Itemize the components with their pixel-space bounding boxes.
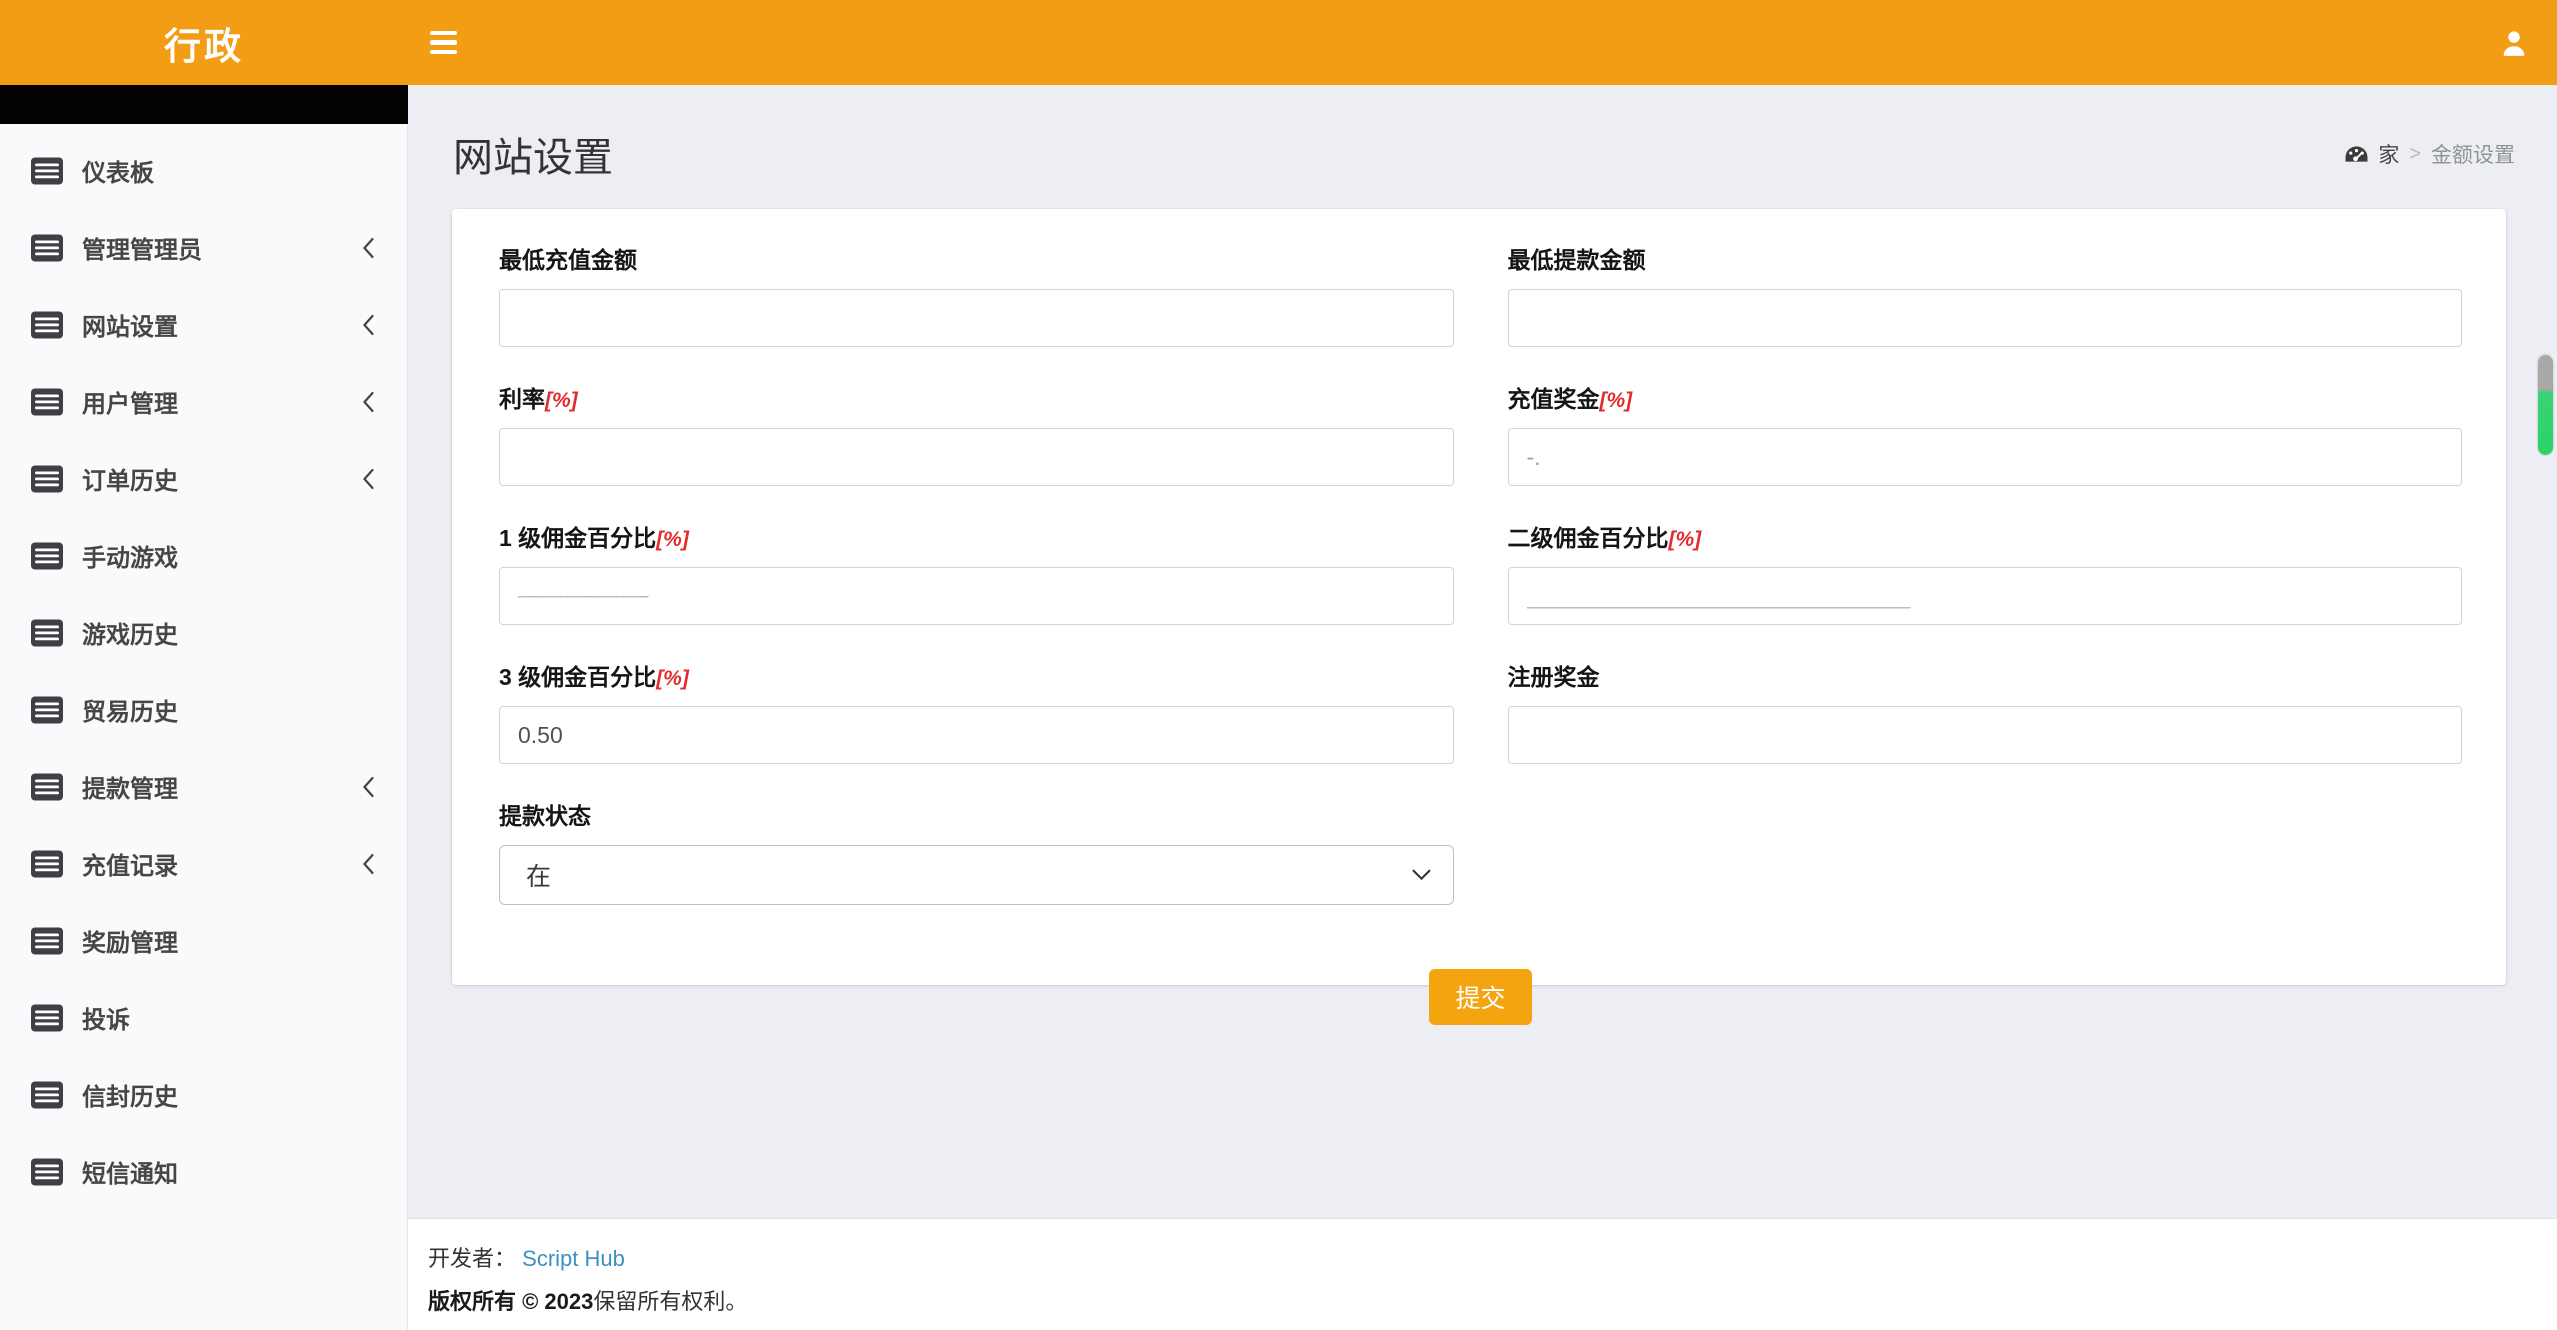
chevron-left-icon [361, 853, 376, 875]
brand-area[interactable]: 行政 [0, 0, 408, 85]
level2-commission-input[interactable] [1508, 567, 2463, 625]
sidebar-item-order-history[interactable]: 订单历史 [0, 440, 408, 517]
user-icon [2501, 29, 2527, 57]
field-suffix: [%] [1669, 528, 1702, 551]
user-menu-button[interactable] [2493, 0, 2535, 85]
sidebar-item-complaints[interactable]: 投诉 [0, 979, 408, 1056]
interest-rate-input[interactable] [499, 428, 1454, 486]
panel-icon [30, 156, 64, 186]
sidebar-item-dashboard[interactable]: 仪表板 [0, 132, 408, 209]
field-suffix: [%] [1600, 389, 1633, 412]
withdraw-status-value: 在 [526, 857, 551, 893]
sidebar-item-admin-management[interactable]: 管理管理员 [0, 209, 408, 286]
sidebar-item-reward-management[interactable]: 奖励管理 [0, 902, 408, 979]
withdraw-status-select[interactable]: 在 [499, 845, 1454, 905]
developer-label: 开发者： [428, 1246, 516, 1271]
chevron-left-icon [361, 776, 376, 798]
hamburger-menu-icon[interactable] [420, 0, 467, 85]
field-suffix: [%] [656, 667, 689, 690]
level1-commission-input[interactable] [499, 567, 1454, 625]
min-withdraw-amount-input[interactable] [1508, 289, 2463, 347]
field-label: 3 级佣金百分比 [499, 664, 656, 690]
sidebar: 仪表板 管理管理员 网站设置 用户管理 订单历史 手动游戏 游戏历史 贸易历史 … [0, 124, 408, 1330]
submit-button[interactable]: 提交 [1429, 969, 1531, 1025]
panel-icon [30, 541, 64, 571]
field-suffix: [%] [545, 389, 578, 412]
recharge-bonus-input[interactable] [1508, 428, 2463, 486]
field-level2-commission: 二级佣金百分比[%] [1508, 519, 2463, 625]
breadcrumb-home-link[interactable]: 家 [2343, 139, 2399, 169]
field-label: 最低充值金额 [499, 247, 637, 273]
panel-icon [30, 849, 64, 879]
breadcrumb: 家 > 金额设置 [2343, 139, 2515, 169]
field-level3-commission: 3 级佣金百分比[%] [499, 658, 1454, 764]
page-title: 网站设置 [453, 125, 613, 183]
chevron-left-icon [361, 314, 376, 336]
field-withdraw-status: 提款状态 在 [499, 797, 1454, 905]
panel-icon [30, 464, 64, 494]
main-content: 网站设置 家 > 金额设置 最低充值金额 最低提款金额 [408, 85, 2557, 1218]
panel-icon [30, 1080, 64, 1110]
sidebar-item-recharge-records[interactable]: 充值记录 [0, 825, 408, 902]
sidebar-item-user-management[interactable]: 用户管理 [0, 363, 408, 440]
panel-icon [30, 387, 64, 417]
sidebar-header-strip [0, 85, 408, 124]
panel-icon [30, 310, 64, 340]
field-label: 最低提款金额 [1508, 247, 1646, 273]
field-label: 二级佣金百分比 [1508, 525, 1669, 551]
chevron-down-icon [1412, 869, 1431, 881]
sidebar-item-game-history[interactable]: 游戏历史 [0, 594, 408, 671]
sidebar-item-withdraw-management[interactable]: 提款管理 [0, 748, 408, 825]
register-bonus-input[interactable] [1508, 706, 2463, 764]
sidebar-item-site-settings[interactable]: 网站设置 [0, 286, 408, 363]
field-label: 利率 [499, 386, 545, 412]
field-label: 1 级佣金百分比 [499, 525, 656, 551]
field-suffix: [%] [656, 528, 689, 551]
sidebar-item-envelope-history[interactable]: 信封历史 [0, 1056, 408, 1133]
field-level1-commission: 1 级佣金百分比[%] [499, 519, 1454, 625]
panel-icon [30, 926, 64, 956]
panel-icon [30, 233, 64, 263]
chevron-left-icon [361, 237, 376, 259]
settings-card: 最低充值金额 最低提款金额 利率[%] 充值奖金[%] 1 级佣金百分比[%] … [452, 209, 2506, 985]
breadcrumb-separator: > [2409, 143, 2421, 166]
panel-icon [30, 618, 64, 648]
field-label: 提款状态 [499, 803, 591, 829]
chevron-left-icon [361, 391, 376, 413]
footer: 开发者： Script Hub 版权所有 © 2023保留所有权利。 [408, 1218, 2557, 1330]
min-recharge-amount-input[interactable] [499, 289, 1454, 347]
panel-icon [30, 1003, 64, 1033]
scrollbar-thumb[interactable] [2538, 355, 2553, 455]
copyright-bold: 版权所有 © 2023 [428, 1289, 593, 1314]
top-navbar: 行政 [0, 0, 2557, 85]
level3-commission-input[interactable] [499, 706, 1454, 764]
breadcrumb-current: 金额设置 [2431, 139, 2515, 169]
field-register-bonus: 注册奖金 [1508, 658, 2463, 764]
developer-link[interactable]: Script Hub [522, 1246, 625, 1271]
field-recharge-bonus: 充值奖金[%] [1508, 380, 2463, 486]
field-min-recharge: 最低充值金额 [499, 241, 1454, 347]
sidebar-item-sms-notifications[interactable]: 短信通知 [0, 1133, 408, 1210]
field-interest-rate: 利率[%] [499, 380, 1454, 486]
brand-title: 行政 [164, 16, 244, 70]
chevron-left-icon [361, 468, 376, 490]
panel-icon [30, 695, 64, 725]
field-label: 充值奖金 [1508, 386, 1600, 412]
field-min-withdraw: 最低提款金额 [1508, 241, 2463, 347]
field-label: 注册奖金 [1508, 664, 1600, 690]
panel-icon [30, 772, 64, 802]
sidebar-item-manual-game[interactable]: 手动游戏 [0, 517, 408, 594]
empty-cell [1508, 797, 2463, 905]
sidebar-item-trade-history[interactable]: 贸易历史 [0, 671, 408, 748]
dashboard-gauge-icon [2343, 144, 2370, 165]
copyright-rest: 保留所有权利。 [593, 1289, 747, 1314]
panel-icon [30, 1157, 64, 1187]
